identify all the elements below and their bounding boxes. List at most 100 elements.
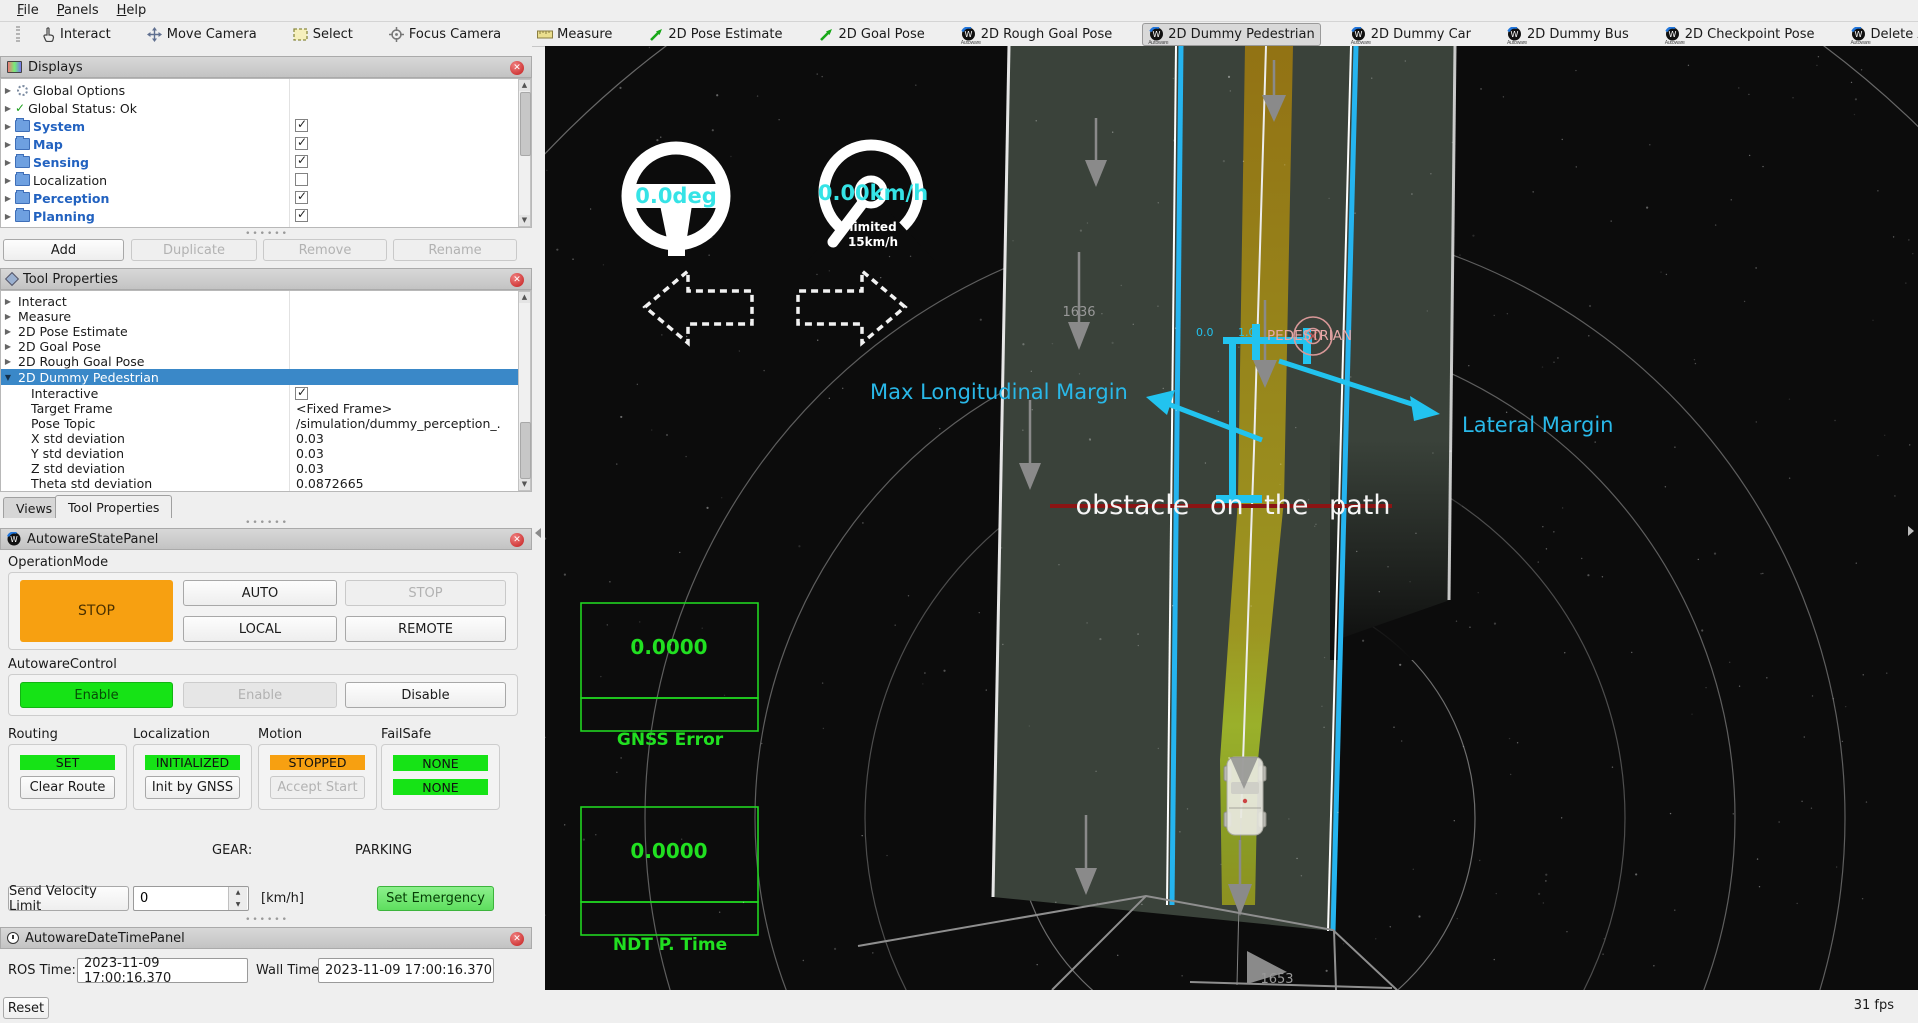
control-disable-button[interactable]: Disable bbox=[345, 682, 506, 708]
displays-panel-titlebar[interactable]: Displays ✕ bbox=[0, 56, 532, 78]
expand-icon[interactable]: ▶ bbox=[1, 158, 15, 167]
expand-icon[interactable]: ▶ bbox=[1, 194, 15, 203]
x-std-value[interactable]: 0.03 bbox=[296, 431, 324, 446]
scroll-down-icon[interactable]: ▼ bbox=[519, 215, 530, 226]
displays-scrollbar[interactable]: ▲ ▼ bbox=[518, 79, 531, 227]
duplicate-display-button[interactable]: Duplicate bbox=[131, 239, 257, 261]
close-icon[interactable]: ✕ bbox=[510, 273, 524, 287]
expand-icon[interactable]: ▶ bbox=[1, 212, 15, 221]
z-std-value[interactable]: 0.03 bbox=[296, 461, 324, 476]
add-display-button[interactable]: Add bbox=[3, 239, 124, 261]
velocity-limit-spinbox[interactable]: ▲▼ bbox=[133, 886, 249, 911]
expand-icon[interactable]: ▶ bbox=[1, 357, 15, 366]
set-emergency-button[interactable]: Set Emergency bbox=[377, 886, 494, 911]
send-velocity-limit-button[interactable]: Send Velocity Limit bbox=[8, 886, 129, 911]
interactive-checkbox[interactable] bbox=[295, 387, 308, 400]
tp-row-2d-goal-pose[interactable]: ▶ 2D Goal Pose bbox=[1, 339, 520, 354]
render-viewport[interactable]: 1636 1653 bbox=[545, 46, 1918, 990]
display-row-sensing[interactable]: ▶ Sensing bbox=[1, 153, 520, 171]
datetime-panel-titlebar[interactable]: AutowareDateTimePanel ✕ bbox=[0, 927, 532, 949]
prop-row-z-std[interactable]: Z std deviation 0.03 bbox=[1, 461, 520, 476]
expand-icon[interactable]: ▶ bbox=[1, 312, 15, 321]
menu-help[interactable]: Help bbox=[108, 1, 156, 20]
expand-icon[interactable]: ▶ bbox=[1, 122, 15, 131]
tp-row-measure[interactable]: ▶ Measure bbox=[1, 309, 520, 324]
tool-2d-goal-pose[interactable]: 2D Goal Pose bbox=[812, 23, 930, 46]
reset-button[interactable]: Reset bbox=[3, 997, 49, 1019]
control-enable-button[interactable]: Enable bbox=[183, 682, 337, 708]
tool-interact[interactable]: Interact bbox=[34, 23, 117, 46]
operation-remote-button[interactable]: REMOTE bbox=[345, 616, 506, 642]
collapse-icon[interactable]: ▼ bbox=[1, 373, 15, 382]
control-enable-active-button[interactable]: Enable bbox=[20, 682, 173, 708]
wall-time-field[interactable]: 2023-11-09 17:00:16.370 bbox=[318, 958, 494, 983]
expand-icon[interactable]: ▶ bbox=[1, 297, 15, 306]
tool-measure[interactable]: Measure bbox=[531, 23, 618, 46]
display-row-map[interactable]: ▶ Map bbox=[1, 135, 520, 153]
display-row-planning[interactable]: ▶ Planning bbox=[1, 207, 520, 225]
tool-2d-dummy-car[interactable]: W Autoware 2D Dummy Car bbox=[1345, 23, 1477, 46]
operation-stop-button[interactable]: STOP bbox=[345, 580, 506, 606]
visibility-checkbox[interactable] bbox=[295, 155, 308, 168]
tool-focus-camera[interactable]: Focus Camera bbox=[383, 23, 507, 46]
operation-auto-button[interactable]: AUTO bbox=[183, 580, 337, 606]
expand-icon[interactable]: ▶ bbox=[1, 86, 15, 95]
tool-delete-all-objects[interactable]: W Autoware Delete All Objects bbox=[1845, 23, 1918, 46]
close-icon[interactable]: ✕ bbox=[510, 533, 524, 547]
displays-tree[interactable]: ▶ Global Options ▶ ✓ Global Status: Ok ▶… bbox=[0, 78, 532, 228]
prop-row-interactive[interactable]: Interactive bbox=[1, 386, 520, 401]
dock-resize-handle-left[interactable] bbox=[535, 528, 541, 538]
scroll-up-icon[interactable]: ▲ bbox=[519, 292, 530, 303]
tool-properties-titlebar[interactable]: Tool Properties ✕ bbox=[0, 268, 532, 290]
tool-2d-pose-estimate[interactable]: 2D Pose Estimate bbox=[642, 23, 788, 46]
display-row-global-status[interactable]: ▶ ✓ Global Status: Ok bbox=[1, 99, 520, 117]
display-row-localization[interactable]: ▶ Localization bbox=[1, 171, 520, 189]
tool-2d-dummy-bus[interactable]: W Autoware 2D Dummy Bus bbox=[1501, 23, 1635, 46]
spin-up-icon[interactable]: ▲ bbox=[229, 887, 247, 899]
visibility-checkbox[interactable] bbox=[295, 137, 308, 150]
prop-row-x-std[interactable]: X std deviation 0.03 bbox=[1, 431, 520, 446]
tool-2d-checkpoint-pose[interactable]: W Autoware 2D Checkpoint Pose bbox=[1659, 23, 1821, 46]
velocity-limit-input[interactable] bbox=[134, 887, 228, 910]
tool-properties-scrollbar[interactable]: ▲ ▼ bbox=[518, 291, 531, 491]
dock-splitter[interactable]: •••••• bbox=[245, 518, 289, 528]
autoware-state-panel-titlebar[interactable]: W AutowareStatePanel ✕ bbox=[0, 528, 532, 550]
tool-2d-dummy-pedestrian[interactable]: W Autoware 2D Dummy Pedestrian bbox=[1142, 23, 1320, 46]
prop-row-theta-std[interactable]: Theta std deviation 0.0872665 bbox=[1, 476, 520, 491]
tab-tool-properties[interactable]: Tool Properties bbox=[55, 495, 172, 518]
theta-std-value[interactable]: 0.0872665 bbox=[296, 476, 364, 491]
menu-panels[interactable]: Panels bbox=[48, 1, 108, 20]
remove-display-button[interactable]: Remove bbox=[263, 239, 387, 261]
scroll-up-icon[interactable]: ▲ bbox=[519, 80, 530, 91]
visibility-checkbox[interactable] bbox=[295, 173, 308, 186]
prop-row-target-frame[interactable]: Target Frame <Fixed Frame> bbox=[1, 401, 520, 416]
operation-stop-current-button[interactable]: STOP bbox=[20, 580, 173, 642]
ros-time-field[interactable]: 2023-11-09 17:00:16.370 bbox=[77, 958, 248, 983]
visibility-checkbox[interactable] bbox=[295, 209, 308, 222]
tp-row-interact[interactable]: ▶ Interact bbox=[1, 294, 520, 309]
visibility-checkbox[interactable] bbox=[295, 119, 308, 132]
tool-properties-tree[interactable]: ▶ Interact ▶ Measure ▶ 2D Pose Estimate … bbox=[0, 290, 532, 492]
target-frame-value[interactable]: <Fixed Frame> bbox=[296, 401, 392, 416]
expand-icon[interactable]: ▶ bbox=[1, 327, 15, 336]
expand-icon[interactable]: ▶ bbox=[1, 176, 15, 185]
clear-route-button[interactable]: Clear Route bbox=[20, 776, 115, 799]
close-icon[interactable]: ✕ bbox=[510, 61, 524, 75]
expand-icon[interactable]: ▶ bbox=[1, 140, 15, 149]
close-icon[interactable]: ✕ bbox=[510, 932, 524, 946]
visibility-checkbox[interactable] bbox=[295, 191, 308, 204]
tp-row-2d-dummy-pedestrian-selected[interactable]: ▼ 2D Dummy Pedestrian bbox=[1, 369, 520, 385]
init-by-gnss-button[interactable]: Init by GNSS bbox=[145, 776, 240, 799]
tp-row-2d-rough-goal-pose[interactable]: ▶ 2D Rough Goal Pose bbox=[1, 354, 520, 369]
tp-row-2d-pose-estimate[interactable]: ▶ 2D Pose Estimate bbox=[1, 324, 520, 339]
dock-splitter[interactable]: •••••• bbox=[245, 915, 289, 925]
operation-local-button[interactable]: LOCAL bbox=[183, 616, 337, 642]
spin-down-icon[interactable]: ▼ bbox=[229, 899, 247, 911]
display-row-perception[interactable]: ▶ Perception bbox=[1, 189, 520, 207]
tool-select[interactable]: Select bbox=[287, 23, 359, 46]
dock-resize-handle-right[interactable] bbox=[1908, 526, 1914, 536]
prop-row-y-std[interactable]: Y std deviation 0.03 bbox=[1, 446, 520, 461]
display-row-global-options[interactable]: ▶ Global Options bbox=[1, 81, 520, 99]
dock-splitter[interactable]: •••••• bbox=[245, 229, 289, 239]
display-row-system[interactable]: ▶ System bbox=[1, 117, 520, 135]
